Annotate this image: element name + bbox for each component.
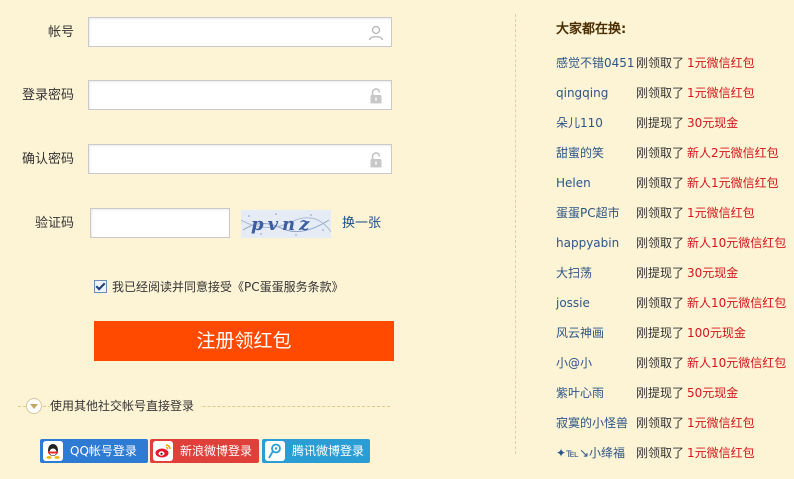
feed-action: 刚提现了: [636, 326, 685, 340]
feed-prize: 1元微信红包: [687, 416, 755, 430]
feed-action: 刚提现了: [636, 266, 685, 280]
social-login-prompt: 使用其他社交帐号直接登录: [50, 397, 201, 414]
feed-action: 刚提现了: [636, 386, 685, 400]
feed-title: 大家都在换:: [556, 22, 627, 37]
feed-prize: 50元现金: [687, 386, 739, 400]
feed-user[interactable]: 风云神画: [556, 323, 604, 343]
feed-item: 小@小 刚领取了 新人10元微信红包: [556, 353, 794, 373]
captcha-image[interactable]: pvnz: [241, 210, 331, 238]
captcha-label: 验证码: [34, 216, 74, 231]
feed-item: 紫叶心雨 刚提现了 50元现金: [556, 383, 794, 403]
feed-action: 刚领取了: [636, 236, 685, 250]
feed-prize: 1元微信红包: [687, 86, 755, 100]
feed-user[interactable]: 小@小: [556, 353, 592, 373]
feed-user[interactable]: 大扫荡: [556, 263, 592, 283]
qq-login-button[interactable]: QQ帐号登录: [40, 439, 148, 463]
feed-item: 风云神画 刚提现了 100元现金: [556, 323, 794, 343]
feed-prize: 100元现金: [687, 326, 746, 340]
feed-action: 刚领取了: [636, 446, 685, 460]
qq-login-label: QQ帐号登录: [70, 444, 137, 458]
feed-item: ✦℡↘小绛福 刚领取了 1元微信红包: [556, 443, 794, 463]
feed-action: 刚提现了: [636, 116, 685, 130]
account-label: 帐号: [47, 25, 74, 40]
feed-prize: 新人10元微信红包: [687, 296, 787, 310]
captcha-text: pvnz: [251, 214, 313, 235]
feed-user[interactable]: 朵儿110: [556, 113, 603, 133]
confirm-password-field[interactable]: [88, 144, 392, 174]
feed-item: qingqing 刚领取了 1元微信红包: [556, 83, 794, 103]
agree-terms[interactable]: 我已经阅读并同意接受 《PC蛋蛋服务条款》: [94, 278, 344, 295]
feed-prize: 1元微信红包: [687, 56, 755, 70]
feed-action: 刚领取了: [636, 356, 685, 370]
feed-action: 刚领取了: [636, 296, 685, 310]
qq-icon: [43, 441, 63, 461]
feed-item: Helen 刚领取了 新人1元微信红包: [556, 173, 794, 193]
captcha-field[interactable]: [90, 208, 231, 238]
feed-item: 蛋蛋PC超市 刚领取了 1元微信红包: [556, 203, 794, 223]
feed-user[interactable]: happyabin: [556, 233, 619, 253]
feed-prize: 新人10元微信红包: [687, 236, 787, 250]
feed-item: 朵儿110 刚提现了 30元现金: [556, 113, 794, 133]
feed-prize: 30元现金: [687, 266, 739, 280]
weibo-login-label: 新浪微博登录: [180, 444, 253, 458]
password-input[interactable]: [89, 81, 375, 109]
password-field[interactable]: [88, 80, 392, 110]
feed-item: happyabin 刚领取了 新人10元微信红包: [556, 233, 794, 253]
feed-user[interactable]: qingqing: [556, 83, 608, 103]
feed-user[interactable]: 紫叶心雨: [556, 383, 604, 403]
feed-prize: 1元微信红包: [687, 446, 755, 460]
feed-item: jossie 刚领取了 新人10元微信红包: [556, 293, 794, 313]
feed-item: 大扫荡 刚提现了 30元现金: [556, 263, 794, 283]
feed-user[interactable]: 寂寞的小怪兽: [556, 413, 628, 433]
feed-item: 感觉不错0451 刚领取了 1元微信红包: [556, 53, 794, 73]
feed-user[interactable]: Helen: [556, 173, 591, 193]
refresh-captcha-link[interactable]: 换一张: [342, 208, 381, 240]
register-form: 帐号 登录密码 确认密码 验证码 pvnz 换一张 我已经阅读并同意接受 《PC…: [0, 0, 500, 479]
confirm-password-input[interactable]: [89, 145, 375, 173]
register-button[interactable]: 注册领红包: [94, 321, 394, 361]
feed-action: 刚领取了: [636, 416, 685, 430]
weibo-icon: [153, 441, 173, 461]
agree-text: 我已经阅读并同意接受: [112, 280, 233, 294]
feed-user[interactable]: 蛋蛋PC超市: [556, 203, 620, 223]
feed-user[interactable]: 感觉不错0451: [556, 53, 635, 73]
password-label: 登录密码: [21, 88, 74, 103]
feed-action: 刚领取了: [636, 56, 685, 70]
feed-item: 寂寞的小怪兽 刚领取了 1元微信红包: [556, 413, 794, 433]
tencent-weibo-login-label: 腾讯微博登录: [292, 444, 365, 458]
tencent-weibo-login-button[interactable]: 腾讯微博登录: [262, 439, 370, 463]
feed-user[interactable]: jossie: [556, 293, 590, 313]
feed-action: 刚领取了: [636, 206, 685, 220]
feed-prize: 新人2元微信红包: [687, 146, 779, 160]
user-icon: [368, 25, 384, 41]
feed-action: 刚领取了: [636, 146, 685, 160]
confirm-password-label: 确认密码: [21, 152, 74, 167]
agree-checkbox[interactable]: [94, 280, 107, 293]
account-input[interactable]: [89, 18, 375, 46]
feed-prize: 新人1元微信红包: [687, 176, 779, 190]
feed-item: 甜蜜的笑 刚领取了 新人2元微信红包: [556, 143, 794, 163]
account-field[interactable]: [88, 17, 392, 47]
feed-prize: 新人10元微信红包: [687, 356, 787, 370]
feed-prize: 30元现金: [687, 116, 739, 130]
tencent-weibo-icon: [265, 441, 285, 461]
feed-user[interactable]: ✦℡↘小绛福: [556, 443, 625, 463]
vertical-divider: [515, 14, 516, 454]
lock-icon: [370, 88, 382, 104]
feed-prize: 1元微信红包: [687, 206, 755, 220]
captcha-row: 验证码 pvnz 换一张: [0, 208, 400, 240]
social-login-divider: 使用其他社交帐号直接登录: [18, 396, 390, 416]
feed-user[interactable]: 甜蜜的笑: [556, 143, 604, 163]
lock-icon: [370, 152, 382, 168]
captcha-input[interactable]: [91, 209, 231, 237]
terms-link[interactable]: 《PC蛋蛋服务条款》: [232, 278, 344, 295]
feed-action: 刚领取了: [636, 176, 685, 190]
weibo-login-button[interactable]: 新浪微博登录: [150, 439, 259, 463]
feed-action: 刚领取了: [636, 86, 685, 100]
chevron-down-icon[interactable]: [26, 398, 42, 414]
